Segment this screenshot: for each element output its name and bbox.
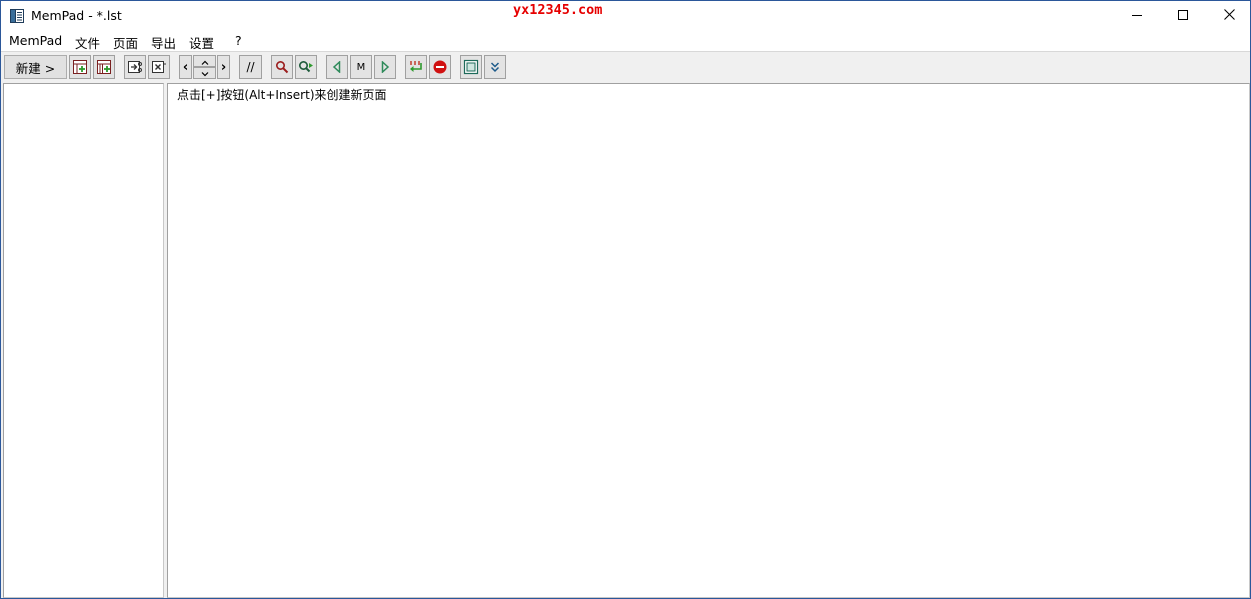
search-icon <box>275 60 289 74</box>
add-subpage-icon <box>96 59 112 75</box>
title-bar[interactable]: MemPad - *.lst yx12345.com <box>1 1 1250 31</box>
window-title: MemPad - *.lst <box>31 8 122 23</box>
search-next-icon <box>298 60 314 74</box>
marker-icon: M <box>356 61 366 73</box>
next-marker-icon <box>380 61 390 73</box>
page-tree-panel[interactable] <box>3 83 164 598</box>
menu-settings[interactable]: 设置 <box>189 33 214 52</box>
wrap-button[interactable] <box>405 55 427 79</box>
watermark-text: yx12345.com <box>513 2 603 18</box>
marker-button[interactable]: M <box>350 55 372 79</box>
editor-placeholder-text: 点击[+]按钮(Alt+Insert)来创建新页面 <box>177 88 387 102</box>
maximize-button[interactable] <box>1160 1 1206 31</box>
move-down-button[interactable] <box>193 67 216 79</box>
stop-button[interactable] <box>429 55 451 79</box>
nav-right-button[interactable]: › <box>217 55 230 79</box>
new-page-button[interactable]: 新建 > <box>4 55 67 79</box>
comment-icon: // <box>246 60 255 74</box>
close-button[interactable] <box>1206 1 1250 31</box>
search-next-button[interactable] <box>295 55 317 79</box>
menu-page[interactable]: 页面 <box>113 33 138 52</box>
delete-page-icon <box>151 59 167 75</box>
wrap-icon <box>408 59 424 75</box>
expand-icon <box>490 61 500 73</box>
move-down-icon <box>201 66 209 80</box>
menu-file[interactable]: 文件 <box>75 33 100 52</box>
menu-mempad[interactable]: MemPad <box>9 33 62 48</box>
add-subpage-button[interactable] <box>93 55 115 79</box>
minimize-icon <box>1132 9 1142 23</box>
expand-button[interactable] <box>484 55 506 79</box>
stop-icon <box>432 59 448 75</box>
toolbar: 新建 > ‹ › // M <box>1 52 1250 83</box>
add-page-button[interactable] <box>69 55 91 79</box>
window-icon <box>463 59 479 75</box>
minimize-button[interactable] <box>1114 1 1160 31</box>
add-page-icon <box>72 59 88 75</box>
next-marker-button[interactable] <box>374 55 396 79</box>
nav-right-icon: › <box>220 59 227 75</box>
nav-left-button[interactable]: ‹ <box>179 55 192 79</box>
cut-page-button[interactable] <box>124 55 146 79</box>
prev-marker-button[interactable] <box>326 55 348 79</box>
delete-page-button[interactable] <box>148 55 170 79</box>
nav-left-icon: ‹ <box>182 59 189 75</box>
comment-button[interactable]: // <box>239 55 262 79</box>
app-notebook-icon <box>9 8 25 24</box>
cut-page-icon <box>127 59 143 75</box>
editor-area[interactable]: 点击[+]按钮(Alt+Insert)来创建新页面 <box>167 83 1250 598</box>
prev-marker-icon <box>332 61 342 73</box>
move-page-stepper <box>193 55 216 79</box>
app-window: MemPad - *.lst yx12345.com MemPad 文件 页面 … <box>0 0 1251 599</box>
menu-help[interactable]: ? <box>235 33 242 48</box>
window-button[interactable] <box>460 55 482 79</box>
search-button[interactable] <box>271 55 293 79</box>
maximize-icon <box>1178 9 1188 23</box>
close-icon <box>1223 9 1235 23</box>
menu-bar: MemPad 文件 页面 导出 设置 ? <box>1 31 1250 51</box>
menu-export[interactable]: 导出 <box>151 33 176 52</box>
